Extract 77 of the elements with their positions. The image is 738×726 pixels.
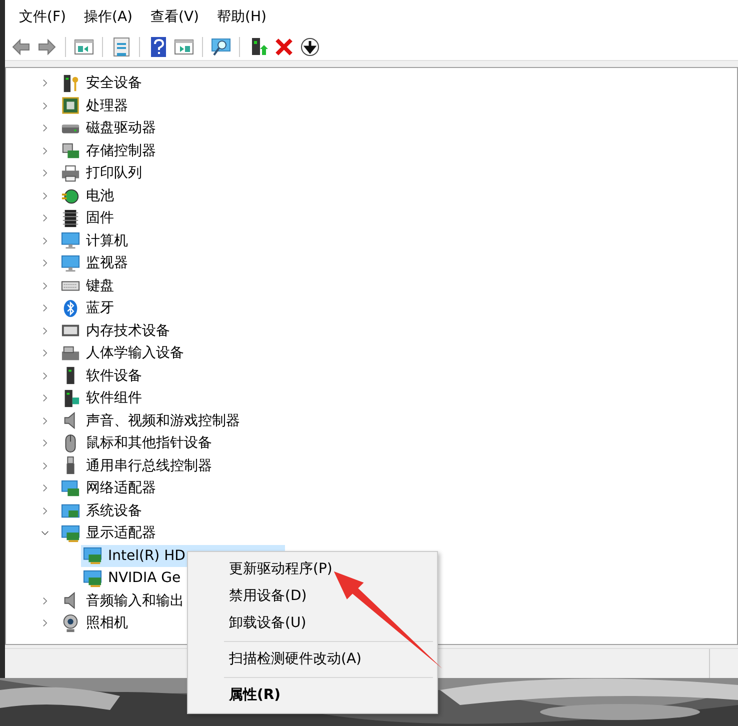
display-card-icon [83, 568, 102, 588]
expand-icon[interactable] [41, 79, 49, 88]
tree-item[interactable]: 处理器 [86, 96, 128, 115]
tree-item[interactable]: 网络适配器 [86, 479, 156, 498]
forward-icon[interactable] [37, 36, 57, 56]
tree-item[interactable]: 电池 [86, 186, 114, 205]
menu-item[interactable]: 查看(V) [144, 8, 206, 26]
tree-item[interactable]: 通用串行总线控制器 [86, 456, 212, 475]
expand-icon[interactable] [41, 506, 49, 515]
expand-icon[interactable] [41, 214, 49, 222]
tree-item[interactable]: 存储控制器 [86, 142, 156, 160]
tree-item[interactable]: 软件设备 [86, 366, 142, 385]
expand-icon[interactable] [41, 124, 49, 132]
tree-item[interactable]: 声音、视频和游戏控制器 [86, 412, 240, 430]
expand-icon[interactable] [41, 304, 49, 312]
menu-item[interactable]: 卸载设备(U) [188, 610, 437, 637]
menu-item[interactable]: 操作(A) [78, 8, 138, 26]
tree-item[interactable]: 鼠标和其他指针设备 [86, 434, 212, 452]
help-icon[interactable] [148, 36, 168, 56]
tree-item[interactable]: 软件组件 [86, 389, 142, 408]
tree-item[interactable]: 显示适配器 [86, 524, 156, 542]
tree-item[interactable]: 安全设备 [86, 74, 142, 92]
expand-icon[interactable] [41, 394, 49, 402]
tree-item[interactable]: 键盘 [86, 276, 114, 295]
network-icon [61, 478, 80, 498]
window-icon[interactable] [74, 36, 94, 56]
expand-icon[interactable] [41, 416, 49, 425]
memory-chip-icon [61, 208, 80, 228]
tree-item[interactable]: 人体学输入设备 [86, 344, 184, 362]
menu-item[interactable]: 禁用设备(D) [188, 583, 437, 610]
tree-item[interactable]: 磁盘驱动器 [86, 119, 156, 138]
tree-item[interactable]: 监视器 [86, 254, 128, 272]
expand-icon[interactable] [41, 484, 49, 492]
menu-item[interactable]: 文件(F) [13, 8, 72, 26]
monitor-search-icon[interactable] [211, 36, 231, 56]
back-icon[interactable] [11, 36, 31, 56]
tree-item[interactable]: 音频输入和输出 [86, 592, 184, 610]
controller-icon [61, 141, 80, 160]
webcam-icon [61, 614, 80, 633]
monitor-icon [61, 231, 80, 250]
expand-icon[interactable] [41, 596, 49, 605]
expand-icon[interactable] [41, 169, 49, 178]
expand-icon[interactable] [41, 372, 49, 380]
tree-item[interactable]: 计算机 [86, 232, 128, 250]
expand-icon[interactable] [41, 259, 49, 268]
menu-item[interactable]: 帮助(H) [211, 8, 272, 26]
expand-icon[interactable] [41, 439, 49, 448]
tree-item[interactable]: 蓝牙 [86, 299, 114, 318]
display-card-icon [83, 546, 102, 566]
display-card-icon [61, 524, 80, 543]
menu-item[interactable]: 扫描检测硬件改动(A) [188, 646, 437, 673]
tree-item[interactable]: 内存技术设备 [86, 322, 170, 340]
delete-icon[interactable] [274, 36, 294, 56]
printer-icon [61, 164, 80, 183]
input-device-icon [61, 344, 80, 363]
expand-icon[interactable] [41, 146, 49, 155]
monitor-icon [61, 254, 80, 273]
expand-icon[interactable] [41, 282, 49, 290]
tree-item[interactable]: 系统设备 [86, 502, 142, 520]
tree-item[interactable]: 固件 [86, 209, 114, 228]
chip-icon [61, 96, 80, 116]
menu-item[interactable]: 属性(R) [188, 682, 437, 709]
expand-icon[interactable] [41, 192, 49, 200]
expand-icon[interactable] [41, 326, 49, 335]
expand-icon[interactable] [41, 102, 49, 110]
device-key-icon [61, 74, 80, 93]
expand-icon[interactable] [41, 462, 49, 470]
collapse-icon[interactable] [41, 529, 49, 538]
tree-item[interactable]: 打印队列 [86, 164, 142, 182]
bluetooth-icon [61, 298, 80, 318]
expand-icon[interactable] [41, 236, 49, 245]
expand-icon[interactable] [41, 349, 49, 358]
properties-icon[interactable] [111, 36, 131, 56]
tree-item[interactable]: 照相机 [86, 614, 128, 632]
expand-icon[interactable] [41, 619, 49, 628]
download-icon[interactable] [300, 36, 320, 56]
window-icon[interactable] [174, 36, 194, 56]
